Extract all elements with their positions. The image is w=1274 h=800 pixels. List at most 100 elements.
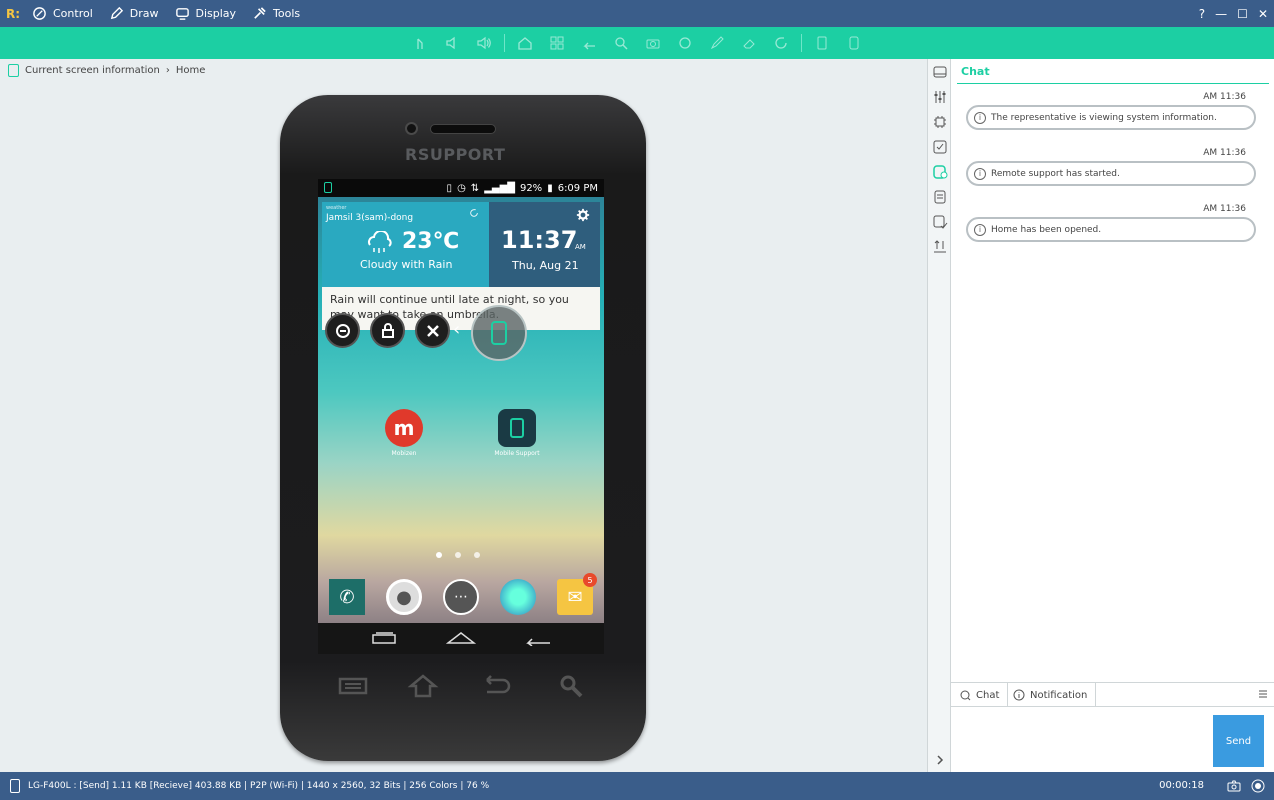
clock-widget[interactable]: 11:37 AM Thu, Aug 21 (489, 202, 600, 287)
menu-tools-label: Tools (273, 7, 301, 20)
search-key-icon[interactable] (555, 674, 589, 698)
email-app-icon[interactable]: ✉ 5 (557, 573, 597, 615)
menu-key-icon[interactable] (336, 674, 370, 698)
lock-float-button[interactable] (370, 313, 405, 348)
side-check-button[interactable] (931, 138, 949, 156)
message-time: AM 11:36 (1203, 148, 1246, 158)
side-expand-button[interactable] (931, 751, 949, 769)
message-text: Remote support has started. (991, 168, 1120, 179)
message-text: The representative is viewing system inf… (991, 112, 1217, 123)
browser-globe-icon[interactable] (500, 579, 536, 615)
side-device-button[interactable] (931, 63, 949, 81)
apps-drawer-icon[interactable]: ⋯ (443, 579, 479, 615)
side-transfer-button[interactable] (931, 238, 949, 256)
eraser-icon (743, 39, 755, 49)
gear-icon[interactable] (576, 208, 590, 222)
checklist-icon (933, 215, 948, 229)
landscape-button[interactable] (838, 31, 870, 55)
info-icon (1013, 689, 1025, 701)
touch-button[interactable] (404, 31, 436, 55)
document-icon (934, 190, 946, 204)
refresh-icon[interactable] (469, 208, 479, 218)
phone-camera (405, 122, 418, 135)
menu-display[interactable]: Display (175, 6, 236, 21)
weather-notice: Rain will continue until late at night, … (322, 287, 600, 330)
back-key-button[interactable] (573, 31, 605, 55)
eraser-button[interactable] (733, 31, 765, 55)
side-chip-button[interactable] (931, 113, 949, 131)
record-button[interactable] (669, 31, 701, 55)
clock-time: 11:37 (501, 226, 578, 254)
capture-button[interactable] (637, 31, 669, 55)
app-mobile-support-label: Mobile Support (494, 450, 540, 457)
tab-notification[interactable]: Notification (1005, 683, 1097, 707)
pen-button[interactable] (701, 31, 733, 55)
page-dot[interactable] (436, 552, 442, 558)
device-screen[interactable]: ▯ ◷ ⇅ ▂▄▆█ 92% ▮ 6:09 PM weather Jamsil … (318, 179, 604, 654)
maximize-button[interactable]: ☐ (1237, 7, 1248, 21)
weather-temperature: 23℃ (402, 229, 460, 254)
back-icon[interactable] (522, 630, 552, 646)
breadcrumb-current: Home (175, 65, 206, 76)
grid-icon (550, 36, 564, 50)
weather-widget[interactable]: weather Jamsil 3(sam)-dong 23℃ Cloudy wi… (322, 202, 489, 287)
tab-chat-label: Chat (976, 689, 1000, 701)
remote-support-float-button[interactable] (471, 305, 527, 361)
close-button[interactable]: ✕ (1258, 7, 1268, 21)
pen-circle-icon (33, 7, 46, 20)
tab-chat[interactable]: Chat (951, 683, 1009, 707)
menu-key-button[interactable] (541, 31, 573, 55)
send-button[interactable]: Send (1213, 715, 1264, 767)
connection-info: LG-F400L : [Send] 1.11 KB [Recieve] 403.… (28, 781, 490, 791)
side-document-button[interactable] (931, 188, 949, 206)
help-button[interactable]: ? (1199, 7, 1205, 21)
menu-draw[interactable]: Draw (109, 6, 159, 21)
back-key-icon[interactable] (479, 674, 513, 698)
recent-apps-icon[interactable] (369, 630, 399, 646)
home-key-button[interactable] (509, 31, 541, 55)
portrait-button[interactable] (806, 31, 838, 55)
side-chat-button[interactable] (931, 163, 949, 181)
search-icon (615, 37, 628, 50)
record-icon (679, 37, 691, 49)
record-icon[interactable] (1250, 778, 1266, 794)
battery-text: 92% (519, 182, 543, 194)
menu-icon[interactable] (1258, 689, 1268, 699)
side-settings-button[interactable] (931, 88, 949, 106)
side-checklist-button[interactable] (931, 213, 949, 231)
breadcrumb-root[interactable]: Current screen information (25, 65, 160, 76)
volume-down-button[interactable] (436, 31, 468, 55)
chat-active-icon (933, 165, 948, 179)
page-dot[interactable] (474, 552, 480, 558)
volume-up-button[interactable] (468, 31, 500, 55)
app-mobile-support[interactable]: Mobile Support (482, 409, 552, 457)
app-mobizen-label: Mobizen (391, 450, 417, 457)
phone-icon (849, 36, 859, 50)
minimize-button[interactable]: — (1215, 7, 1227, 21)
collapse-arrow-icon[interactable]: ‹ (453, 319, 460, 340)
phone-app-icon[interactable]: ✆ (329, 579, 365, 615)
phone-speaker (430, 124, 496, 134)
chat-title: Chat (961, 65, 990, 78)
menu-tools[interactable]: Tools (252, 6, 300, 21)
home-key-icon[interactable] (406, 674, 440, 698)
contacts-app-icon[interactable]: ● (386, 579, 422, 615)
info-icon: i (974, 111, 986, 124)
checkbox-icon (933, 140, 947, 154)
transfer-icon (934, 240, 946, 253)
menu-control[interactable]: Control (32, 6, 93, 21)
camera-icon[interactable] (1226, 778, 1242, 794)
search-key-button[interactable] (605, 31, 637, 55)
home-icon[interactable] (446, 630, 476, 646)
refresh-button[interactable] (765, 31, 797, 55)
chat-tabs: Chat Notification (951, 682, 1274, 707)
info-icon: i (974, 167, 986, 180)
app-logo: R: (6, 6, 21, 21)
back-icon (583, 42, 595, 50)
refresh-icon (775, 37, 787, 49)
app-mobizen[interactable]: m Mobizen (369, 409, 439, 457)
page-dot[interactable] (455, 552, 461, 558)
app-dock: ✆ ● ⋯ ✉ 5 (318, 573, 604, 619)
chat-float-button[interactable] (325, 313, 360, 348)
close-float-button[interactable] (415, 313, 450, 348)
